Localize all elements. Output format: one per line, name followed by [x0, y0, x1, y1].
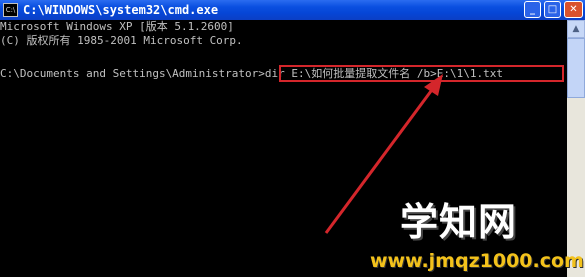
command-highlight-box [279, 65, 564, 82]
prompt-path: C:\Documents and Settings\Administrator> [0, 67, 265, 80]
scroll-up-button[interactable]: ▲ [567, 20, 585, 38]
scroll-thumb[interactable] [567, 38, 585, 98]
maximize-button[interactable]: □ [544, 1, 561, 18]
watermark-logo: 学知网 [400, 200, 518, 244]
close-button[interactable]: ✕ [564, 1, 583, 18]
version-line: Microsoft Windows XP [版本 5.1.2600] [0, 20, 234, 33]
window-title: C:\WINDOWS\system32\cmd.exe [23, 3, 219, 17]
title-bar[interactable]: C:\ C:\WINDOWS\system32\cmd.exe _ □ ✕ [0, 0, 585, 20]
minimize-button[interactable]: _ [524, 1, 541, 18]
watermark-url: www.jmqz1000.com [370, 250, 584, 272]
vertical-scrollbar[interactable]: ▲ [567, 20, 585, 277]
cmd-icon[interactable]: C:\ [3, 3, 18, 17]
copyright-line: (C) 版权所有 1985-2001 Microsoft Corp. [0, 34, 243, 47]
